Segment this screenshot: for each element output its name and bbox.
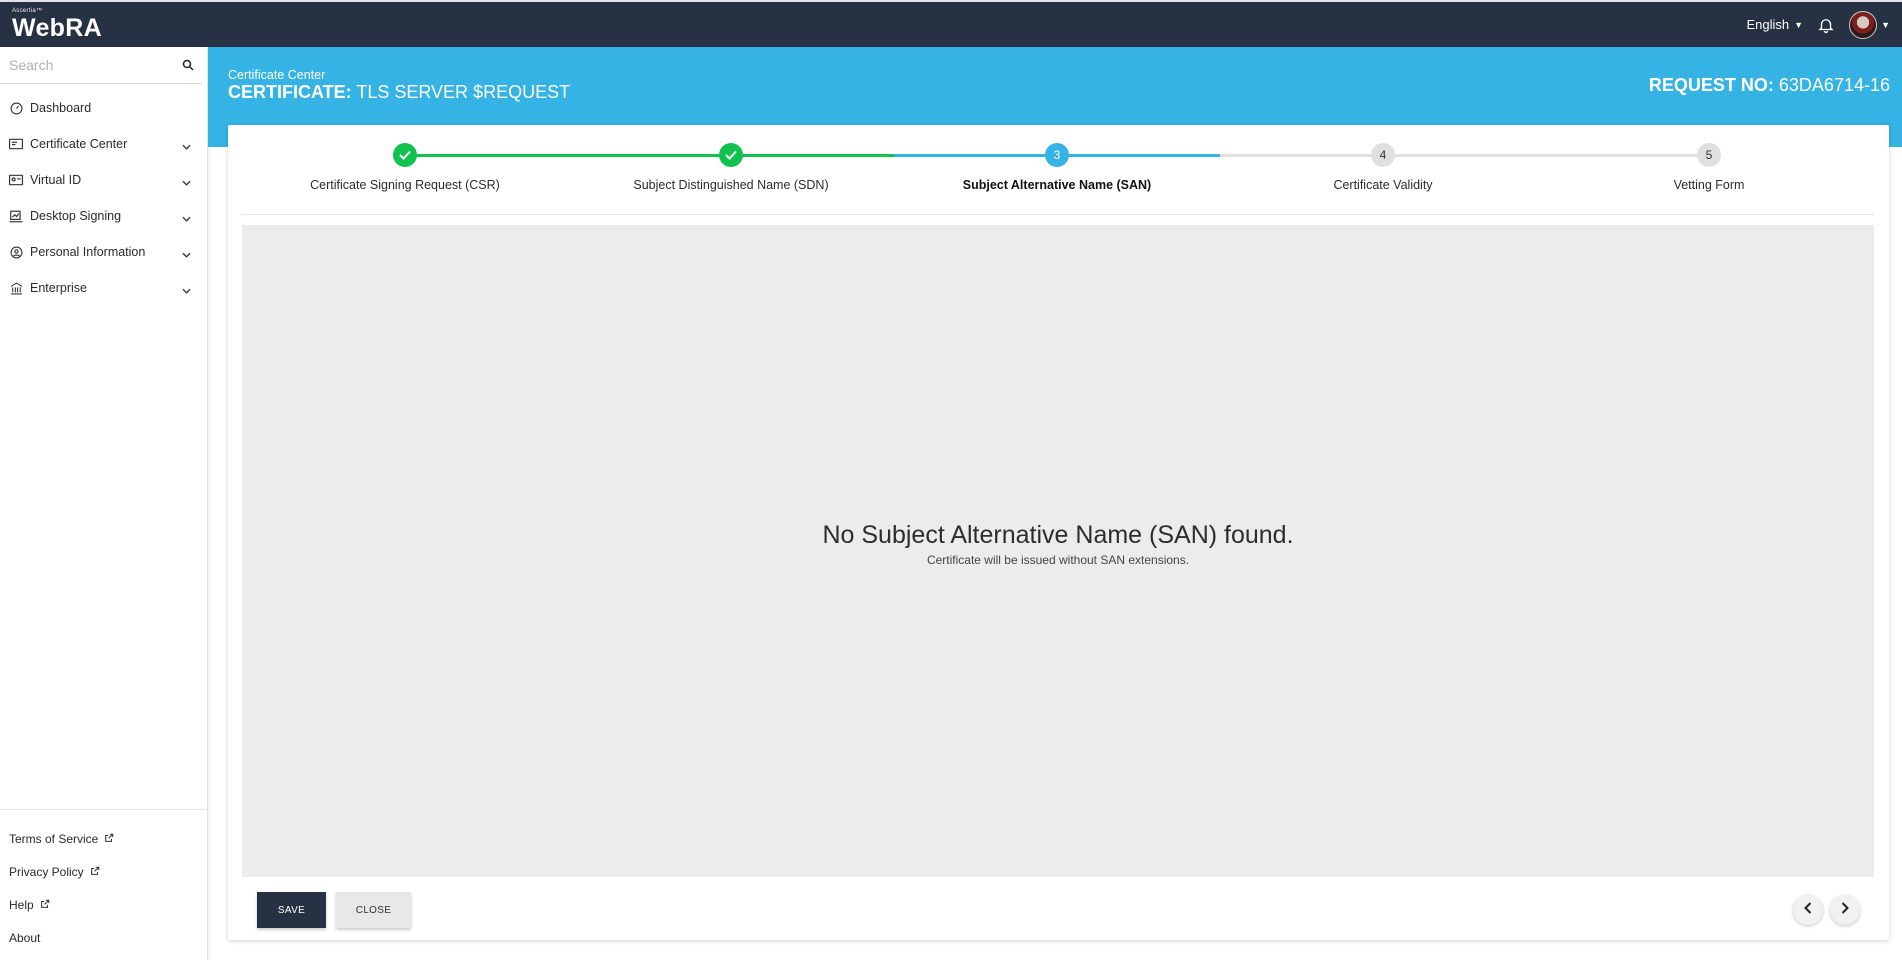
step-label: Subject Alternative Name (SAN) [962,178,1152,192]
step-vetting-form[interactable]: 5 Vetting Form [1546,143,1872,192]
sidebar: Dashboard Certificate Center Virtual ID … [0,47,208,960]
logo[interactable]: Ascertia™ WebRA [12,8,102,41]
certificate-icon [9,137,23,151]
step-number: 5 [1697,143,1721,167]
avatar [1849,10,1878,39]
bell-icon[interactable] [1817,16,1835,34]
sidebar-footer: Terms of Service Privacy Policy Help Abo… [0,809,208,960]
chevron-right-icon [1841,901,1849,919]
link-label: About [9,930,41,945]
language-label: English [1746,17,1790,32]
external-link-icon [40,898,50,912]
chevron-down-icon [182,283,191,297]
step-label: Vetting Form [1673,178,1745,192]
dashboard-icon [9,101,23,115]
step-validity[interactable]: 4 Certificate Validity [1220,143,1546,192]
save-button[interactable]: SAVE [257,892,326,928]
bank-icon [9,281,23,295]
step-sdn[interactable]: Subject Distinguished Name (SDN) [568,143,894,192]
step-number: 4 [1371,143,1395,167]
sidebar-item-label: Certificate Center [30,137,128,151]
sidebar-item-certificate-center[interactable]: Certificate Center [0,126,207,162]
sidebar-item-label: Enterprise [30,281,87,295]
empty-state-title: No Subject Alternative Name (SAN) found. [822,521,1294,549]
sidebar-item-label: Virtual ID [30,173,82,187]
sidebar-item-virtual-id[interactable]: Virtual ID [0,162,207,198]
chevron-left-icon [1804,901,1812,919]
sidebar-item-enterprise[interactable]: Enterprise [0,270,207,306]
sidebar-item-dashboard[interactable]: Dashboard [0,90,207,126]
next-step-button[interactable] [1830,895,1860,925]
brand-name: WebRA [12,14,102,42]
link-label: Help [9,897,34,912]
stepper: Certificate Signing Request (CSR) Subjec… [242,125,1874,215]
sidebar-search [0,47,202,84]
sidebar-nav: Dashboard Certificate Center Virtual ID … [0,90,207,306]
chevron-down-icon [182,139,191,153]
step-label: Certificate Validity [1333,178,1433,192]
sidebar-item-desktop-signing[interactable]: Desktop Signing [0,198,207,234]
help-link[interactable]: Help [0,888,208,921]
breadcrumb[interactable]: Certificate Center [228,68,325,82]
title-prefix: CERTIFICATE: [228,82,352,102]
request-label: REQUEST NO: [1648,75,1774,95]
language-selector[interactable]: English ▼ [1747,17,1804,32]
step-number: 3 [1045,143,1069,167]
user-circle-icon [9,245,23,259]
user-menu[interactable]: ▼ [1849,10,1890,39]
step-san[interactable]: 3 Subject Alternative Name (SAN) [894,143,1220,192]
sidebar-item-label: Personal Information [30,245,146,259]
external-link-icon [104,832,114,846]
title-value: TLS SERVER $REQUEST [356,82,571,102]
san-empty-state: No Subject Alternative Name (SAN) found.… [242,225,1874,877]
request-value: 63DA6714-16 [1778,75,1890,95]
search-input[interactable] [0,47,170,83]
search-icon[interactable] [182,58,194,76]
request-number: REQUEST NO: 63DA6714-16 [1649,75,1890,96]
empty-state-subtitle: Certificate will be issued without SAN e… [926,553,1190,567]
privacy-policy-link[interactable]: Privacy Policy [0,855,208,888]
terms-of-service-link[interactable]: Terms of Service [0,822,208,855]
close-button[interactable]: CLOSE [336,892,411,928]
top-bar: Ascertia™ WebRA English ▼ ▼ [0,0,1902,47]
link-label: Terms of Service [9,831,99,846]
page-title: CERTIFICATE: TLS SERVER $REQUEST [228,82,570,103]
step-label: Subject Distinguished Name (SDN) [633,178,829,192]
sidebar-item-personal-information[interactable]: Personal Information [0,234,207,270]
signing-icon [9,209,23,223]
step-label: Certificate Signing Request (CSR) [310,178,500,192]
chevron-down-icon [182,175,191,189]
caret-down-icon: ▼ [1881,19,1890,30]
step-csr[interactable]: Certificate Signing Request (CSR) [242,143,568,192]
sidebar-item-label: Dashboard [30,101,92,115]
check-icon [393,143,417,167]
id-card-icon [9,173,23,187]
brand-tagline: Ascertia™ [12,8,43,14]
check-icon [719,143,743,167]
sidebar-item-label: Desktop Signing [30,209,122,223]
wizard-card: Certificate Signing Request (CSR) Subjec… [228,125,1889,940]
previous-step-button[interactable] [1793,895,1823,925]
about-link[interactable]: About [0,921,208,954]
link-label: Privacy Policy [9,864,84,879]
chevron-down-icon [182,211,191,225]
chevron-down-icon [182,247,191,261]
caret-down-icon: ▼ [1794,19,1804,30]
external-link-icon [90,865,100,879]
